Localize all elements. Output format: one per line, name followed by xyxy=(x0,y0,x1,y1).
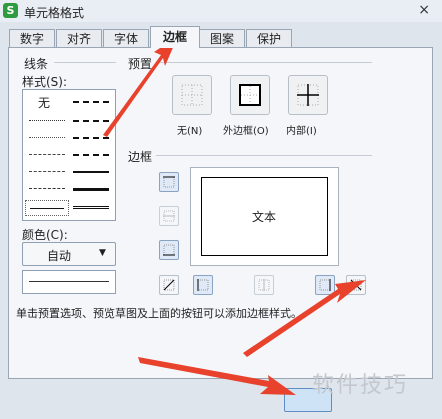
annotation-arrows xyxy=(103,36,366,395)
arrow-to-ok-button xyxy=(138,357,296,395)
tab-border[interactable]: 边框 xyxy=(150,26,200,48)
arrow-to-border-tab xyxy=(103,36,178,137)
arrow-to-diagonal-button xyxy=(243,280,366,357)
